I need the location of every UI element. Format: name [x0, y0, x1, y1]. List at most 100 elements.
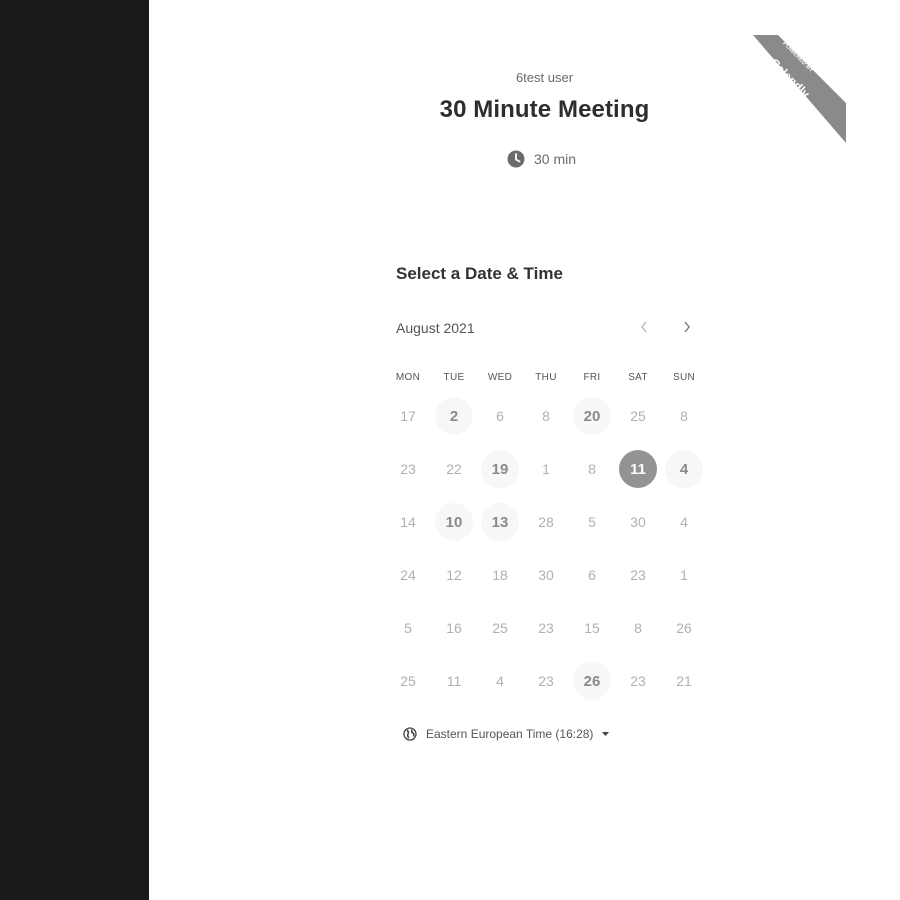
calendar-day: 24	[389, 556, 427, 594]
calendar-day-cell: 25	[385, 661, 431, 714]
calendar-month-label: August 2021	[396, 320, 475, 336]
timezone-label: Eastern European Time (16:28)	[426, 727, 594, 741]
calendar-day: 25	[619, 397, 657, 435]
calendar-day-cell: 25	[477, 608, 523, 661]
calendar-day: 23	[527, 662, 565, 700]
calendar-day-cell: 13	[477, 502, 523, 555]
calendar-day-cell: 30	[523, 555, 569, 608]
calendar-day-available[interactable]: 10	[435, 503, 473, 541]
calendar-day-cell: 25	[615, 396, 661, 449]
calendar-day-cell: 8	[569, 449, 615, 502]
calendar-day: 23	[389, 450, 427, 488]
calendar-day-available[interactable]: 26	[573, 662, 611, 700]
calendar-day-cell: 24	[385, 555, 431, 608]
scheduling-page: POWERED BY Calendly 6test user 30 Minute…	[149, 0, 900, 900]
calendar-week-row: 25 11 4 23 26 23 21	[385, 661, 707, 714]
calendar-day: 23	[527, 609, 565, 647]
calendar-day-available[interactable]: 4	[665, 450, 703, 488]
calendar-day-cell: 23	[523, 661, 569, 714]
event-duration: 30 min	[507, 150, 576, 168]
calendar-day: 25	[481, 609, 519, 647]
calendar-day-cell: 15	[569, 608, 615, 661]
calendar-week-row: 17 2 6 8 20 25 8	[385, 396, 707, 449]
calendar-day: 16	[435, 609, 473, 647]
calendar-day-available[interactable]: 20	[573, 397, 611, 435]
calendar-day-cell: 12	[431, 555, 477, 608]
calendar-day-cell: 1	[523, 449, 569, 502]
calendar-day-available[interactable]: 19	[481, 450, 519, 488]
calendar-day-available[interactable]: 13	[481, 503, 519, 541]
calendar-day: 28	[527, 503, 565, 541]
calendar-day: 23	[619, 662, 657, 700]
calendar-day-cell: 10	[431, 502, 477, 555]
weekday-label: SUN	[672, 372, 695, 383]
calendar-day: 4	[665, 503, 703, 541]
section-title: Select a Date & Time	[396, 264, 563, 283]
calendar-grid: 17 2 6 8 20 25 8 23 22 19 1 8 11 4 14 10 13 28 5 30 4 24 12 18 3…	[385, 396, 707, 714]
calendar-day: 30	[619, 503, 657, 541]
calendar-day-cell: 6	[569, 555, 615, 608]
calendar-day: 6	[573, 556, 611, 594]
calendar-week-row: 23 22 19 1 8 11 4	[385, 449, 707, 502]
calendar-day-cell: 5	[569, 502, 615, 555]
calendar-day-selected[interactable]: 11	[619, 450, 657, 488]
calendar-day: 6	[481, 397, 519, 435]
calendar-day: 5	[573, 503, 611, 541]
calendar-day-cell: 16	[431, 608, 477, 661]
calendar-day-cell: 23	[615, 661, 661, 714]
weekday-label: MON	[395, 372, 421, 383]
calendar-day-cell: 18	[477, 555, 523, 608]
calendar-day: 25	[389, 662, 427, 700]
calendar-day: 15	[573, 609, 611, 647]
calendar-day-cell: 22	[431, 449, 477, 502]
calendar-day: 18	[481, 556, 519, 594]
calendar-day-cell: 21	[661, 661, 707, 714]
chevron-left-icon	[639, 320, 649, 339]
calendar-day: 8	[665, 397, 703, 435]
timezone-selector[interactable]: Eastern European Time (16:28)	[403, 727, 610, 741]
calendar-day-cell: 19	[477, 449, 523, 502]
calendar-day: 26	[665, 609, 703, 647]
calendar-day: 12	[435, 556, 473, 594]
calendar-day: 5	[389, 609, 427, 647]
calendar-day-cell: 8	[615, 608, 661, 661]
calendar-day-cell: 5	[385, 608, 431, 661]
calendar-day-cell: 26	[569, 661, 615, 714]
powered-by-calendly-badge[interactable]: POWERED BY Calendly	[753, 35, 846, 143]
calendar-day: 14	[389, 503, 427, 541]
calendar-day-cell: 20	[569, 396, 615, 449]
calendar-day: 11	[435, 662, 473, 700]
calendar-day-cell: 23	[385, 449, 431, 502]
host-name: 6test user	[515, 70, 574, 85]
event-title: 30 Minute Meeting	[439, 96, 650, 123]
calendar-week-row: 24 12 18 30 6 23 1	[385, 555, 707, 608]
calendar-day-cell: 2	[431, 396, 477, 449]
globe-icon	[403, 727, 417, 741]
previous-month-button[interactable]	[633, 318, 655, 340]
calendar-day: 22	[435, 450, 473, 488]
calendar-day-cell: 1	[661, 555, 707, 608]
calendar-day-cell: 30	[615, 502, 661, 555]
calendar-day-cell: 4	[661, 449, 707, 502]
calendar-day-cell: 8	[523, 396, 569, 449]
calendar-day: 8	[619, 609, 657, 647]
calendar-day: 23	[619, 556, 657, 594]
next-month-button[interactable]	[676, 318, 698, 340]
calendar-day-cell: 17	[385, 396, 431, 449]
duration-label: 30 min	[534, 151, 577, 167]
weekday-label: SAT	[628, 372, 648, 383]
weekday-label: FRI	[583, 372, 601, 383]
weekday-label: TUE	[443, 372, 465, 383]
calendar-day: 8	[527, 397, 565, 435]
weekday-label: THU	[535, 372, 557, 383]
calendar-day: 1	[665, 556, 703, 594]
dark-side-panel	[0, 0, 149, 900]
calendar-day-cell: 8	[661, 396, 707, 449]
calendar-day-cell: 4	[661, 502, 707, 555]
calendar-day-available[interactable]: 2	[435, 397, 473, 435]
clock-icon	[507, 150, 525, 168]
calendar-day-cell: 6	[477, 396, 523, 449]
calendar-day-cell: 23	[523, 608, 569, 661]
calendar-day: 1	[527, 450, 565, 488]
caret-down-icon	[602, 731, 610, 737]
